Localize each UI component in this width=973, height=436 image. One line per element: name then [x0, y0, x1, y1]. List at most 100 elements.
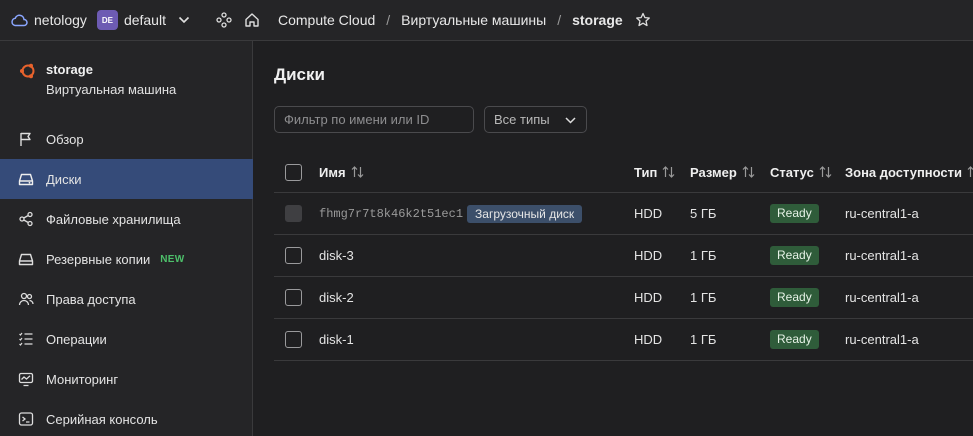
ubuntu-logo-icon — [20, 63, 35, 79]
monitor-icon — [18, 372, 34, 387]
table-row[interactable]: disk-1 HDD 1 ГБ Ready ru-central1-a — [274, 319, 973, 361]
column-header-status[interactable]: Статус — [770, 152, 832, 192]
flag-icon — [20, 132, 31, 146]
disk-zone: ru-central1-a — [845, 332, 919, 347]
sort-icon — [351, 166, 363, 178]
column-header-label: Размер — [690, 164, 737, 180]
sidebar-item-serial-console[interactable]: Серийная консоль — [0, 399, 253, 436]
type-select-value: Все типы — [494, 112, 550, 127]
sidebar-item-label: Резервные копии — [46, 251, 151, 267]
breadcrumb-compute-cloud[interactable]: Compute Cloud — [278, 12, 375, 28]
sidebar-item-monitoring[interactable]: Мониторинг — [0, 359, 253, 399]
sidebar-item-label: Обзор — [46, 131, 84, 147]
table-row[interactable]: disk-3 HDD 1 ГБ Ready ru-central1-a — [274, 235, 973, 277]
disk-id[interactable]: fhmg7r7t8k46k2t51ec1 — [319, 207, 463, 221]
disk-zone: ru-central1-a — [845, 206, 919, 221]
row-select-cell — [285, 277, 302, 318]
row-checkbox[interactable] — [285, 289, 302, 306]
chevron-down-icon[interactable] — [178, 16, 190, 24]
sidebar-item-disks[interactable]: Диски — [0, 159, 253, 199]
disk-size: 5 ГБ — [690, 206, 717, 221]
sidebar-item-operations[interactable]: Операции — [0, 319, 253, 359]
table-row[interactable]: fhmg7r7t8k46k2t51ec1 Загрузочный диск HD… — [274, 193, 973, 235]
sidebar-item-label: Файловые хранилища — [46, 211, 181, 227]
home-icon[interactable] — [244, 12, 260, 28]
status-badge: Ready — [770, 288, 819, 307]
sidebar-item-label: Операции — [46, 331, 107, 347]
disk-type: HDD — [634, 248, 663, 263]
status-badge: Ready — [770, 246, 819, 265]
breadcrumb-current: storage — [572, 12, 623, 28]
sidebar-item-label: Права доступа — [46, 291, 136, 307]
row-select-cell — [285, 319, 302, 360]
users-icon — [18, 292, 34, 306]
select-all-checkbox[interactable] — [285, 163, 302, 181]
list-check-icon — [19, 332, 33, 346]
disk-icon — [18, 173, 34, 186]
filter-input[interactable] — [274, 106, 474, 133]
column-header-label: Имя — [319, 164, 346, 180]
sidebar-item-label: Диски — [46, 171, 82, 187]
services-nodes-icon[interactable] — [216, 12, 232, 28]
column-header-label: Статус — [770, 164, 814, 180]
row-select-cell — [285, 193, 302, 234]
sidebar: storage Виртуальная машина Обзор Диски Ф… — [0, 41, 253, 436]
table-header: Имя Тип Размер Статус Зона доступности — [274, 152, 973, 193]
disk-name-cell: fhmg7r7t8k46k2t51ec1 Загрузочный диск — [319, 193, 583, 234]
column-header-zone[interactable]: Зона доступности — [845, 152, 973, 192]
status-cell: Ready — [770, 235, 819, 276]
status-cell: Ready — [770, 319, 819, 360]
page-title: Диски — [274, 65, 325, 84]
column-header-size[interactable]: Размер — [690, 152, 755, 192]
status-badge: Ready — [770, 204, 819, 223]
select-all-cell — [285, 152, 302, 192]
sort-icon — [742, 166, 755, 178]
column-header-name[interactable]: Имя — [319, 152, 364, 192]
sidebar-item-label: Серийная консоль — [46, 411, 158, 427]
row-select-cell — [285, 235, 302, 276]
column-header-label: Тип — [634, 164, 658, 180]
sort-icon — [662, 166, 675, 178]
folder-badge: DE — [96, 10, 118, 30]
disk-zone: ru-central1-a — [845, 290, 919, 305]
star-icon[interactable] — [635, 12, 651, 28]
sort-icon — [967, 166, 973, 177]
top-bar: netology DE default Compute Cloud / Вирт… — [0, 0, 973, 41]
column-header-type[interactable]: Тип — [634, 152, 675, 192]
disk-zone: ru-central1-a — [845, 248, 919, 263]
org-switcher[interactable]: netology DE default — [0, 0, 216, 41]
sidebar-item-backups[interactable]: Резервные копии NEW — [0, 239, 253, 279]
row-checkbox[interactable] — [285, 247, 302, 264]
chevron-down-icon — [565, 117, 576, 124]
vm-type: Виртуальная машина — [46, 82, 177, 97]
breadcrumb-separator: / — [386, 12, 391, 28]
main-content: Диски Все типы Имя Тип Размер Статус Зон… — [254, 41, 973, 436]
folder-name: default — [123, 12, 166, 28]
disk-name[interactable]: disk-3 — [319, 235, 354, 276]
status-badge: Ready — [770, 330, 819, 349]
cloud-icon — [11, 14, 28, 27]
sidebar-item-overview[interactable]: Обзор — [0, 119, 253, 159]
status-cell: Ready — [770, 193, 819, 234]
disk-name[interactable]: disk-1 — [319, 319, 354, 360]
disk-size: 1 ГБ — [690, 332, 717, 347]
sidebar-item-file-storages[interactable]: Файловые хранилища — [0, 199, 253, 239]
sidebar-item-access[interactable]: Права доступа — [0, 279, 253, 319]
boot-disk-badge: Загрузочный диск — [467, 204, 583, 223]
table-row[interactable]: disk-2 HDD 1 ГБ Ready ru-central1-a — [274, 277, 973, 319]
row-checkbox[interactable] — [285, 331, 302, 348]
breadcrumb-vms[interactable]: Виртуальные машины — [401, 12, 546, 28]
new-badge: NEW — [160, 253, 185, 265]
disk-size: 1 ГБ — [690, 248, 717, 263]
disk-size: 1 ГБ — [690, 290, 717, 305]
type-select[interactable]: Все типы — [484, 106, 587, 133]
disk-type: HDD — [634, 206, 663, 221]
disk-name[interactable]: disk-2 — [319, 277, 354, 318]
vm-header: storage Виртуальная машина — [0, 41, 252, 119]
backup-icon — [18, 253, 34, 266]
sidebar-item-label: Мониторинг — [46, 371, 119, 387]
share-icon — [19, 211, 33, 227]
column-header-label: Зона доступности — [845, 164, 963, 180]
status-cell: Ready — [770, 277, 819, 318]
sort-icon — [819, 166, 832, 178]
